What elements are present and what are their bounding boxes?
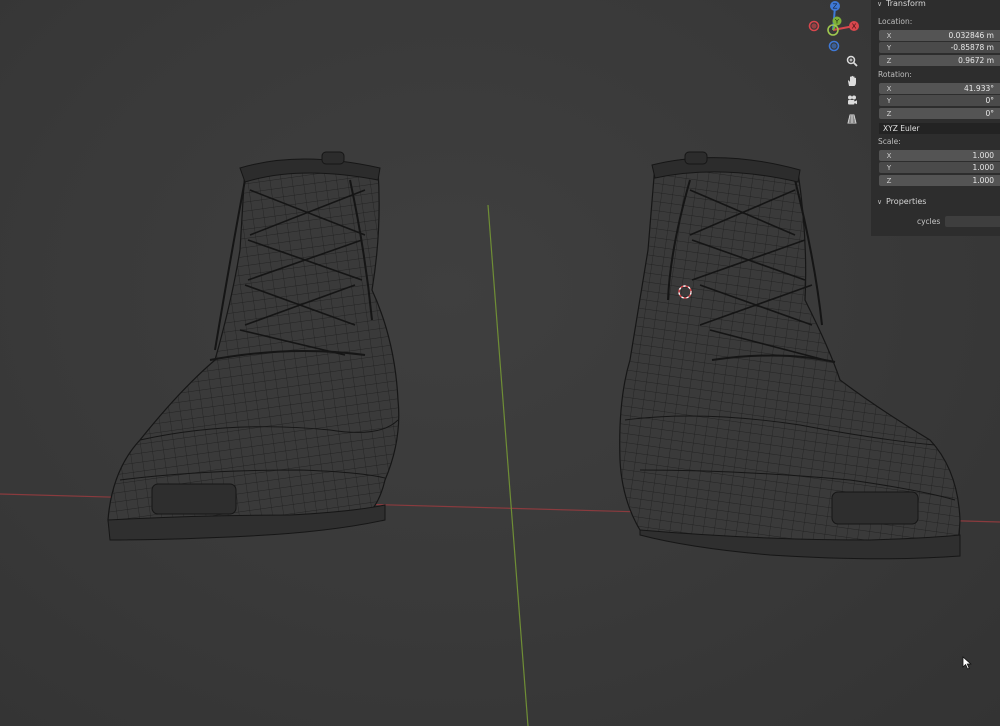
svg-text:X: X xyxy=(852,23,857,31)
left-boot-wireframe[interactable] xyxy=(107,151,400,541)
location-z-field[interactable]: Z 0.9672 m xyxy=(879,55,1000,66)
zoom-icon[interactable] xyxy=(842,52,862,70)
cycles-label: cycles xyxy=(917,217,941,226)
navigation-gizmo[interactable]: Z X Y xyxy=(806,0,866,56)
transform-section-header[interactable]: ∨ Transform xyxy=(877,0,926,10)
rotation-mode-select[interactable]: XYZ Euler xyxy=(879,123,1000,134)
chevron-down-icon: ∨ xyxy=(877,198,883,206)
scale-label: Scale: xyxy=(878,137,901,146)
rotation-z-field[interactable]: Z 0° xyxy=(879,108,1000,119)
3d-cursor[interactable] xyxy=(676,283,694,301)
rotation-y-field[interactable]: Y 0° xyxy=(879,95,1000,106)
chevron-down-icon: ∨ xyxy=(877,0,883,8)
3d-viewport[interactable]: Z X Y xyxy=(0,0,1000,726)
y-axis-line xyxy=(487,204,529,726)
cycles-field[interactable] xyxy=(945,216,1000,227)
scale-z-field[interactable]: Z 1.000 xyxy=(879,175,1000,186)
rotation-x-field[interactable]: X 41.933° xyxy=(879,83,1000,94)
svg-text:Y: Y xyxy=(834,18,839,26)
camera-icon[interactable] xyxy=(842,91,862,109)
hand-pan-icon[interactable] xyxy=(842,72,862,90)
grid-ortho-icon[interactable] xyxy=(842,110,862,128)
sidebar-properties-panel[interactable]: ∨ Transform Location: X 0.032846 m Y -0.8… xyxy=(871,0,1000,236)
location-label: Location: xyxy=(878,17,913,26)
scale-x-field[interactable]: X 1.000 xyxy=(879,150,1000,161)
mouse-pointer-icon xyxy=(962,656,972,670)
location-y-field[interactable]: Y -0.85878 m xyxy=(879,42,1000,53)
rotation-label: Rotation: xyxy=(878,70,912,79)
location-x-field[interactable]: X 0.032846 m xyxy=(879,30,1000,41)
svg-text:Z: Z xyxy=(833,3,838,11)
properties-section-header[interactable]: ∨ Properties xyxy=(877,196,926,208)
scale-y-field[interactable]: Y 1.000 xyxy=(879,162,1000,173)
